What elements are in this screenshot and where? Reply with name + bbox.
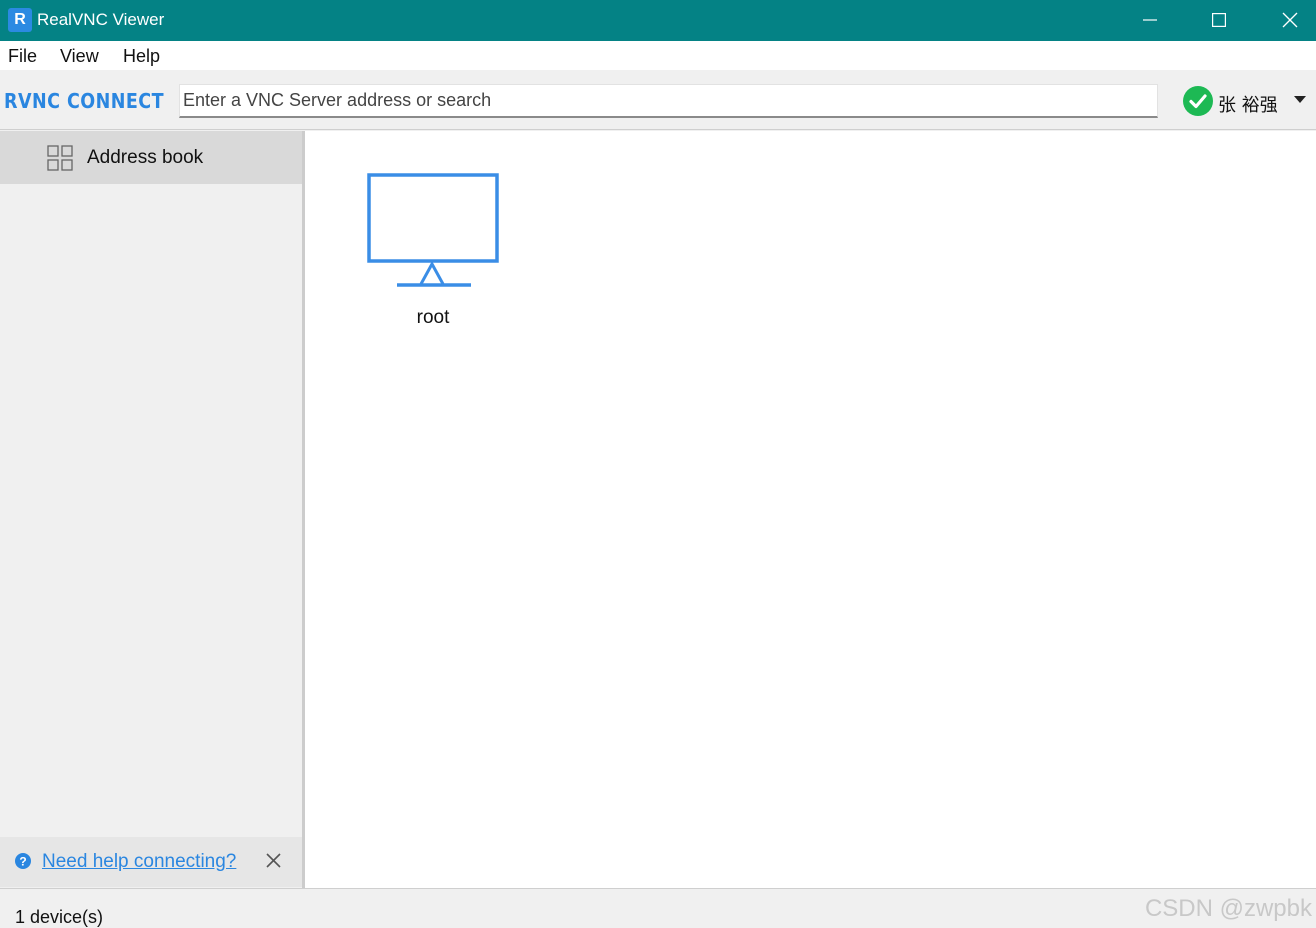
minimize-icon [1143, 19, 1157, 21]
device-count: 1 device(s) [15, 907, 104, 927]
watermark: CSDN @zwpbk [1144, 895, 1312, 922]
window-title: RealVNC Viewer [37, 10, 165, 29]
device-name: root [416, 307, 450, 328]
brand-text: RVNC CONNECT [4, 90, 164, 112]
search-input[interactable] [179, 84, 1158, 118]
monitor-icon [367, 173, 499, 287]
minimize-button[interactable] [1116, 0, 1184, 41]
sidebar-item-label: Address book [87, 147, 204, 168]
menu-file[interactable]: File [8, 46, 37, 67]
menu-help[interactable]: Help [123, 46, 160, 67]
account-name: 张 裕强 [1218, 95, 1278, 116]
menu-bar: File View Help [0, 41, 1316, 70]
account-menu[interactable]: 张 裕强 [1182, 85, 1316, 117]
help-question-icon: ? [15, 853, 31, 869]
dismiss-help-icon[interactable] [266, 853, 281, 868]
menu-view[interactable]: View [60, 46, 99, 67]
address-book-panel: root [305, 131, 1316, 888]
vnc-connect-logo: RVNC CONNECT [4, 90, 164, 112]
signed-in-check-icon [1183, 86, 1213, 116]
svg-text:?: ? [19, 855, 26, 869]
maximize-icon [1212, 13, 1226, 27]
chevron-down-icon [1294, 96, 1306, 103]
sidebar: Address book ? Need help connecting? [0, 131, 302, 888]
device-tile[interactable]: root [365, 171, 501, 331]
grid-icon [47, 145, 73, 171]
status-bar: 1 device(s) CSDN @zwpbk [0, 888, 1316, 928]
help-bar: ? Need help connecting? [0, 837, 302, 887]
maximize-button[interactable] [1185, 0, 1253, 41]
close-window-button[interactable] [1254, 0, 1316, 41]
close-icon [1282, 12, 1298, 28]
app-icon: R [8, 8, 32, 32]
sidebar-item-address-book[interactable]: Address book [0, 131, 302, 184]
need-help-link[interactable]: Need help connecting? [42, 851, 236, 873]
title-bar: R RealVNC Viewer [0, 0, 1316, 41]
